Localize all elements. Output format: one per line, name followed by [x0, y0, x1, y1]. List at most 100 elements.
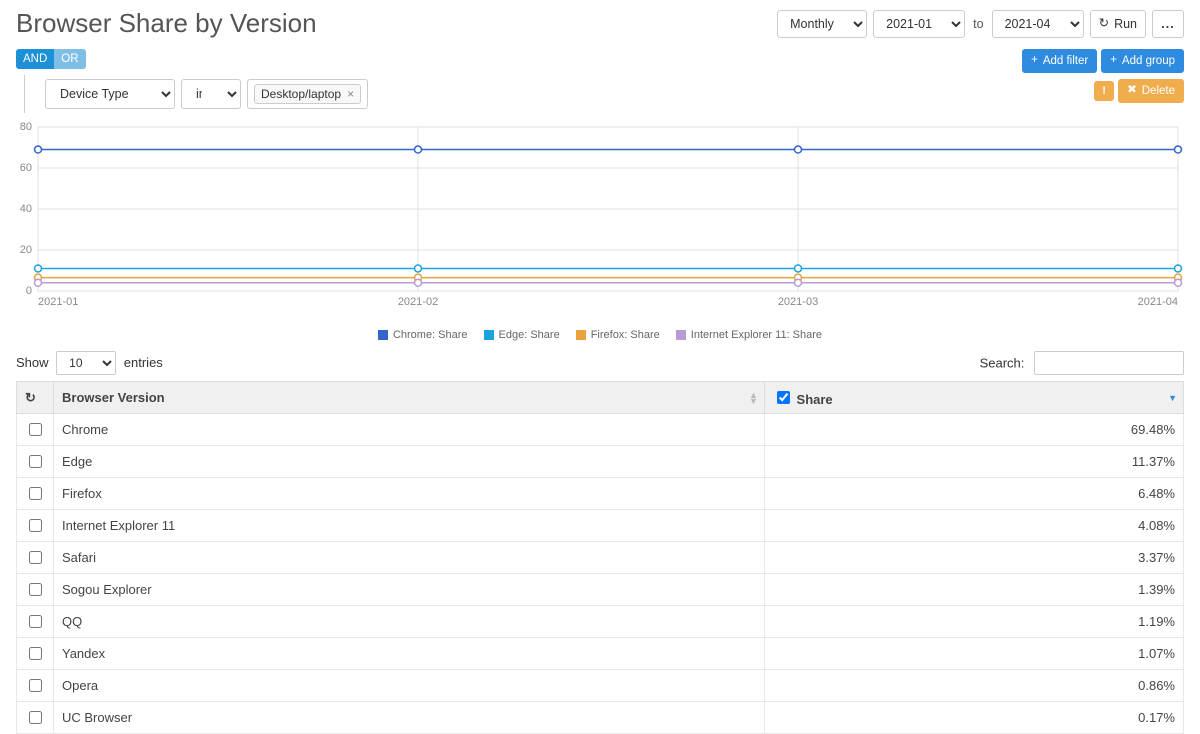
entries-label: entries [124, 355, 163, 370]
row-checkbox[interactable] [29, 551, 42, 564]
chart: 0204060802021-012021-022021-032021-04 Ch… [16, 121, 1184, 341]
cell-share: 1.39% [764, 574, 1183, 606]
and-toggle[interactable]: AND [16, 49, 54, 69]
cell-share: 0.86% [764, 670, 1183, 702]
row-checkbox[interactable] [29, 487, 42, 500]
legend-label: Chrome: Share [393, 329, 468, 341]
entries-length: Show 10 entries [16, 351, 163, 375]
svg-text:40: 40 [20, 203, 32, 215]
svg-text:80: 80 [20, 121, 32, 133]
row-checkbox[interactable] [29, 647, 42, 660]
cell-browser: Safari [54, 542, 765, 574]
row-checkbox[interactable] [29, 679, 42, 692]
page-title: Browser Share by Version [16, 8, 317, 39]
legend-swatch [378, 330, 388, 340]
table-row: Safari3.37% [17, 542, 1184, 574]
close-icon: ✖ [1127, 85, 1137, 97]
filter-value-box[interactable]: Desktop/laptop × [247, 79, 368, 109]
show-label: Show [16, 355, 49, 370]
cell-browser: Sogou Explorer [54, 574, 765, 606]
andor-toggle[interactable]: AND OR [16, 49, 86, 69]
svg-text:20: 20 [20, 244, 32, 256]
col-browser-version[interactable]: Browser Version ▲▼ [54, 382, 765, 414]
chart-legend: Chrome: Share Edge: Share Firefox: Share In… [16, 329, 1184, 341]
filter-dimension-select[interactable]: Device Type [45, 79, 175, 109]
sort-icon: ▲▼ [749, 392, 758, 404]
add-group-button[interactable]: + Add group [1101, 49, 1184, 73]
more-button[interactable]: ... [1152, 10, 1184, 38]
cell-browser: Firefox [54, 478, 765, 510]
refresh-icon: ↻ [25, 390, 36, 405]
legend-swatch [676, 330, 686, 340]
col-browser-label: Browser Version [62, 390, 165, 405]
legend-item[interactable]: Chrome: Share [378, 329, 468, 341]
cell-browser: Yandex [54, 638, 765, 670]
period-select[interactable]: Monthly [777, 10, 867, 38]
cell-share: 6.48% [764, 478, 1183, 510]
header-controls: Monthly 2021-01 to 2021-04 ↻ Run ... [777, 10, 1184, 38]
cell-browser: QQ [54, 606, 765, 638]
cell-browser: Internet Explorer 11 [54, 510, 765, 542]
add-group-label: Add group [1122, 55, 1175, 67]
svg-text:0: 0 [26, 285, 32, 297]
legend-swatch [576, 330, 586, 340]
warning-icon: ! [1094, 81, 1114, 101]
svg-text:2021-04: 2021-04 [1138, 296, 1178, 308]
legend-label: Firefox: Share [591, 329, 660, 341]
filter-operator-select[interactable]: in [181, 79, 241, 109]
sort-desc-icon: ▼ [1168, 393, 1177, 403]
table-row: Edge11.37% [17, 446, 1184, 478]
cell-browser: Chrome [54, 414, 765, 446]
cell-share: 11.37% [764, 446, 1183, 478]
row-checkbox[interactable] [29, 423, 42, 436]
date-to-select[interactable]: 2021-04 [992, 10, 1084, 38]
plus-icon: + [1031, 55, 1038, 67]
row-checkbox[interactable] [29, 615, 42, 628]
chip-remove-icon[interactable]: × [347, 87, 354, 101]
entries-length-select[interactable]: 10 [56, 351, 116, 375]
to-label: to [971, 17, 985, 31]
table-row: UC Browser0.17% [17, 702, 1184, 734]
row-checkbox[interactable] [29, 519, 42, 532]
col-share-checkbox[interactable] [777, 391, 790, 404]
cell-browser: UC Browser [54, 702, 765, 734]
svg-text:60: 60 [20, 162, 32, 174]
search-input[interactable] [1034, 351, 1184, 375]
add-filter-button[interactable]: + Add filter [1022, 49, 1097, 73]
legend-item[interactable]: Firefox: Share [576, 329, 660, 341]
cell-share: 1.19% [764, 606, 1183, 638]
or-toggle[interactable]: OR [54, 49, 85, 69]
search-wrap: Search: [980, 351, 1184, 375]
refresh-icon: ↻ [1099, 17, 1109, 30]
filter-chip-label: Desktop/laptop [261, 87, 341, 101]
legend-label: Internet Explorer 11: Share [691, 329, 822, 341]
row-checkbox[interactable] [29, 455, 42, 468]
table-row: Opera0.86% [17, 670, 1184, 702]
cell-browser: Opera [54, 670, 765, 702]
legend-swatch [484, 330, 494, 340]
legend-item[interactable]: Edge: Share [484, 329, 560, 341]
legend-item[interactable]: Internet Explorer 11: Share [676, 329, 822, 341]
svg-text:2021-03: 2021-03 [778, 296, 818, 308]
col-share-label: Share [797, 392, 833, 407]
col-share[interactable]: Share ▼ [764, 382, 1183, 414]
plus-icon: + [1110, 55, 1117, 67]
delete-button[interactable]: ✖ Delete [1118, 79, 1184, 103]
date-from-select[interactable]: 2021-01 [873, 10, 965, 38]
row-checkbox[interactable] [29, 711, 42, 724]
filter-chip: Desktop/laptop × [254, 84, 361, 104]
legend-label: Edge: Share [499, 329, 560, 341]
run-button-label: Run [1114, 17, 1137, 31]
svg-text:2021-01: 2021-01 [38, 296, 78, 308]
run-button[interactable]: ↻ Run [1090, 10, 1146, 38]
col-refresh[interactable]: ↻ [17, 382, 54, 414]
cell-share: 4.08% [764, 510, 1183, 542]
table-row: Sogou Explorer1.39% [17, 574, 1184, 606]
table-row: Yandex1.07% [17, 638, 1184, 670]
table-row: Internet Explorer 114.08% [17, 510, 1184, 542]
row-checkbox[interactable] [29, 583, 42, 596]
table-row: Firefox6.48% [17, 478, 1184, 510]
cell-share: 1.07% [764, 638, 1183, 670]
cell-browser: Edge [54, 446, 765, 478]
data-table: ↻ Browser Version ▲▼ Share ▼ Chrome69.48… [16, 381, 1184, 734]
